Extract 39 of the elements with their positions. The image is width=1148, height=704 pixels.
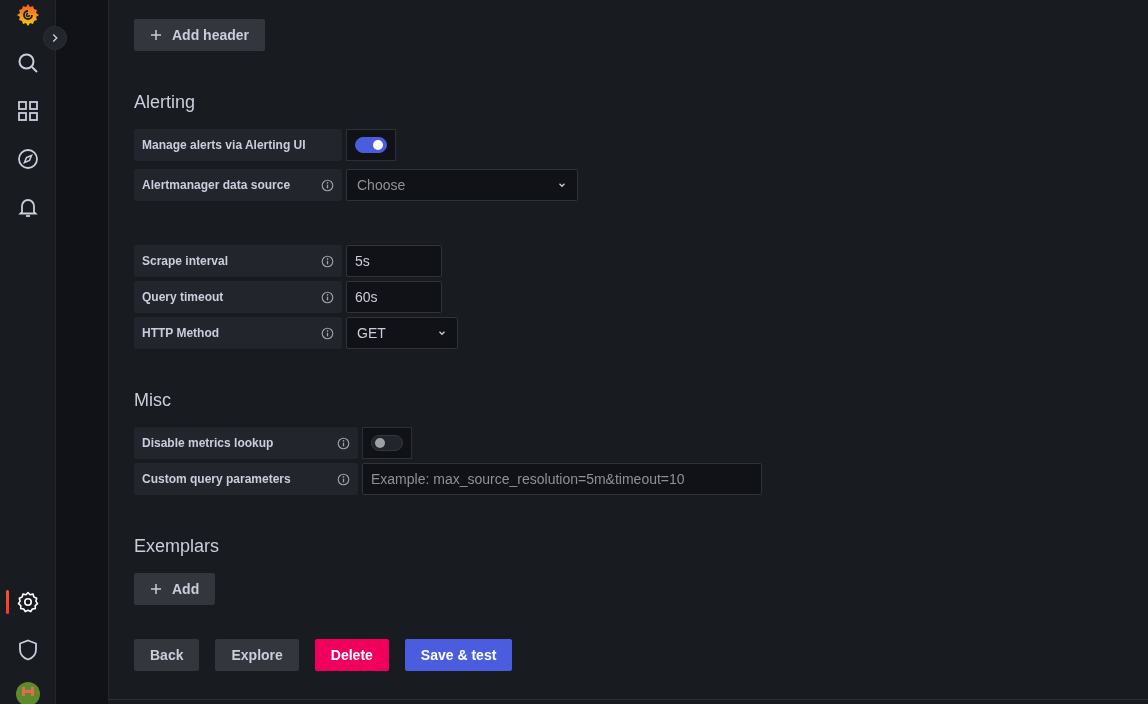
input-field[interactable]: Example: max_source_resolution=5m&timeout=10	[362, 463, 762, 495]
field-label: Custom query parameters	[134, 463, 358, 495]
field-label: Alertmanager data source	[134, 169, 342, 201]
toggle-switch[interactable]	[355, 137, 387, 153]
avatar-icon[interactable]	[15, 682, 40, 704]
search-icon[interactable]	[15, 51, 40, 75]
section-heading: Alerting	[134, 91, 197, 113]
plus-icon	[150, 29, 162, 41]
info-icon[interactable]	[321, 290, 334, 304]
settings-icon[interactable]	[15, 590, 40, 614]
section-heading: Misc	[134, 389, 172, 411]
delete-button[interactable]: Delete	[314, 639, 389, 671]
active-indicator	[5, 590, 9, 614]
plus-icon	[150, 583, 162, 595]
back-button[interactable]: Back	[134, 639, 200, 671]
select-field[interactable]: GET	[346, 317, 458, 349]
info-icon[interactable]	[321, 326, 334, 340]
input-field[interactable]: 60s	[346, 281, 442, 313]
field-label: Query timeout	[134, 281, 342, 313]
field-label: Scrape interval	[134, 245, 342, 277]
toggle-switch[interactable]	[371, 435, 403, 451]
logo-icon[interactable]	[15, 3, 40, 27]
save-button[interactable]: Save & test	[404, 639, 513, 671]
section-heading: Exemplars	[134, 535, 221, 557]
info-icon[interactable]	[321, 178, 334, 192]
grid-icon[interactable]	[15, 99, 40, 123]
explore-button[interactable]: Explore	[215, 639, 299, 671]
compass-icon[interactable]	[15, 147, 40, 171]
input-field[interactable]: 5s	[346, 245, 442, 277]
expand-button[interactable]	[43, 26, 67, 50]
select-field[interactable]: Choose	[346, 169, 578, 201]
field-label: Disable metrics lookup	[134, 427, 358, 459]
field-label: Manage alerts via Alerting UI	[134, 129, 342, 161]
info-icon[interactable]	[337, 436, 350, 450]
add-button[interactable]: Add	[134, 573, 216, 605]
info-icon[interactable]	[321, 254, 334, 268]
info-icon[interactable]	[337, 472, 350, 486]
field-label: HTTP Method	[134, 317, 342, 349]
add-header-button[interactable]: Add header	[134, 19, 265, 51]
